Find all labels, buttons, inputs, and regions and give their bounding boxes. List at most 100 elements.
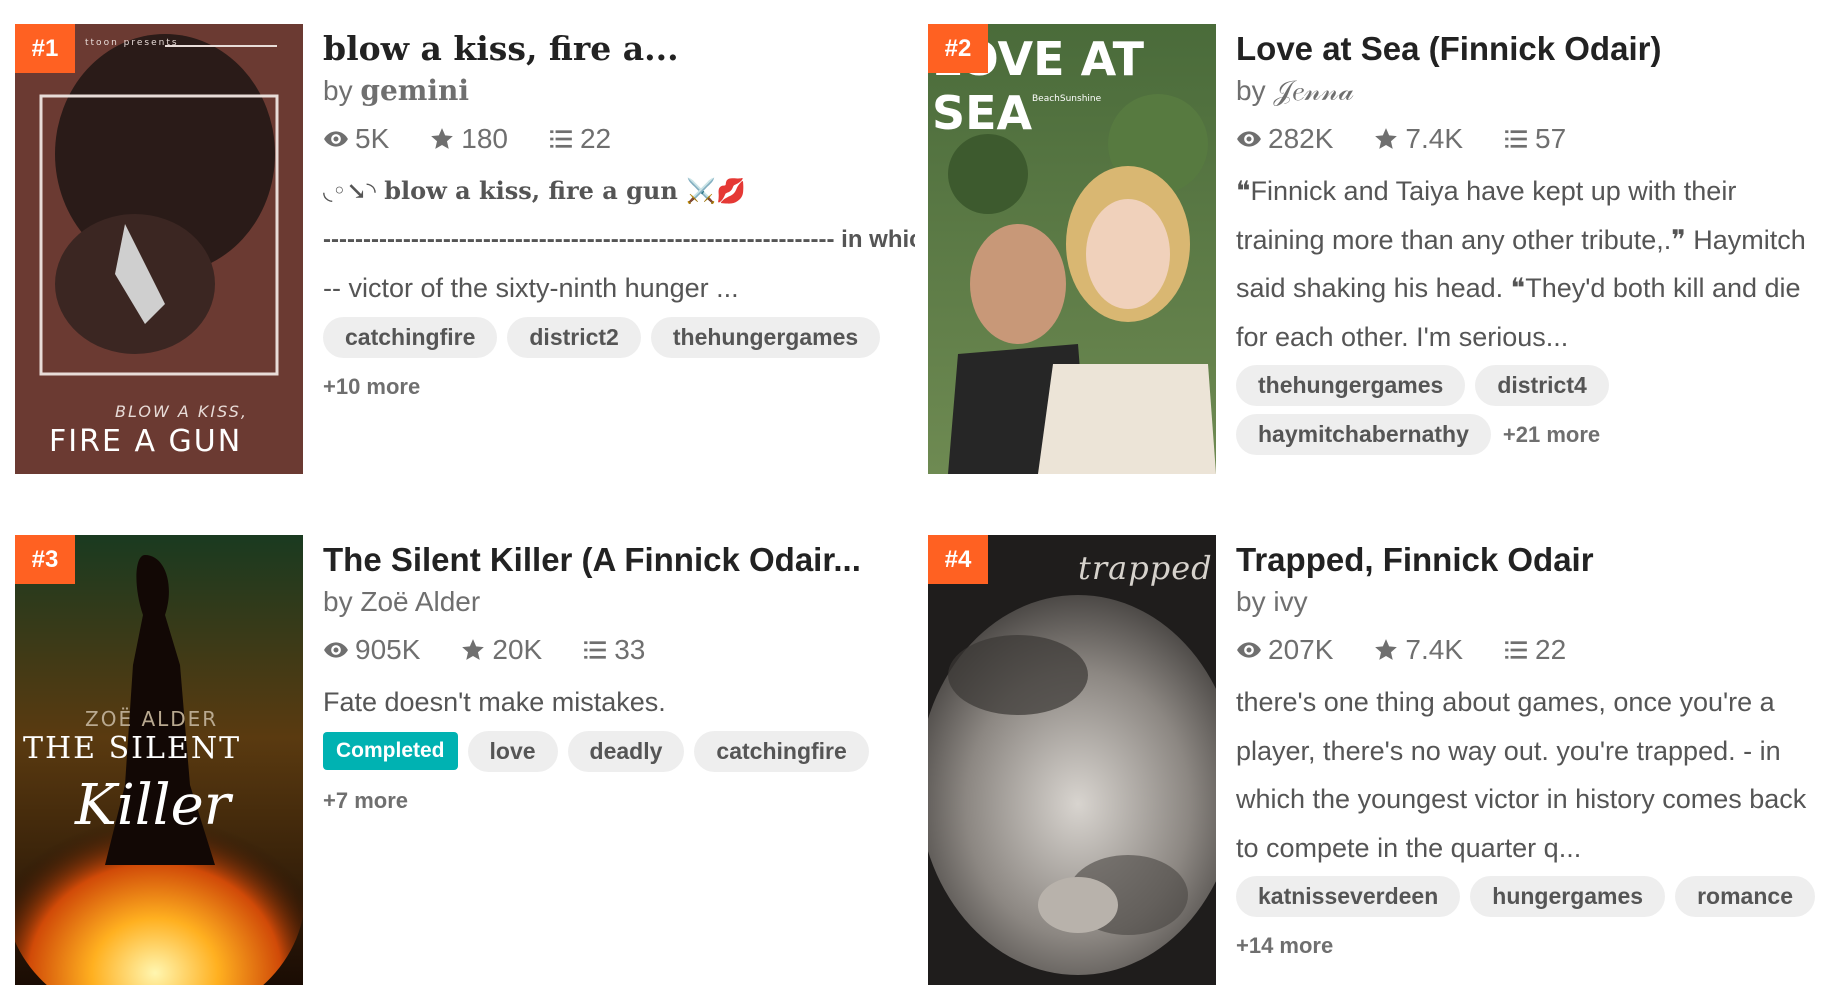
- eye-icon: [323, 126, 349, 152]
- cover-author: ZOË ALDER: [85, 707, 219, 731]
- votes-count: 7.4K: [1405, 634, 1464, 665]
- story-title[interactable]: Trapped, Finnick Odair: [1236, 539, 1828, 581]
- story-card[interactable]: LOVE AT SEA BeachSunshine #2 Love at Sea…: [928, 24, 1828, 474]
- reads-count: 207K: [1268, 634, 1334, 665]
- reads-count: 282K: [1268, 123, 1334, 154]
- description-line: ----------------------------------------…: [323, 225, 915, 253]
- tag-list: catchingfire district2 thehungergames: [323, 316, 915, 366]
- parts-stat: 33: [582, 634, 645, 666]
- reads-stat: 905K: [323, 634, 420, 666]
- tag[interactable]: romance: [1675, 876, 1815, 917]
- list-icon: [1503, 637, 1529, 663]
- votes-stat: 20K: [460, 634, 542, 666]
- list-icon: [548, 126, 574, 152]
- tag[interactable]: thehungergames: [650, 316, 881, 358]
- votes-count: 20K: [492, 634, 543, 665]
- parts-count: 33: [614, 634, 646, 665]
- votes-stat: 7.4K: [1373, 634, 1463, 666]
- more-tags-link[interactable]: +10 more: [323, 374, 915, 400]
- votes-stat: 7.4K: [1373, 123, 1463, 155]
- author-link[interactable]: 𝒥𝑒𝓃𝓃𝒶: [1273, 75, 1354, 106]
- author-prefix: by: [1236, 586, 1266, 617]
- cover-line-1: THE SILENT: [23, 731, 242, 766]
- rank-badge: #1: [15, 24, 75, 73]
- cover-line-2: Killer: [75, 773, 231, 838]
- story-author: by ivy: [1236, 584, 1828, 620]
- story-stats: 905K 20K 33: [323, 632, 915, 668]
- star-icon: [429, 126, 455, 152]
- votes-count: 180: [461, 123, 508, 154]
- story-title[interactable]: Love at Sea (Finnick Odair): [1236, 28, 1828, 70]
- story-description: Fate doesn't make mistakes.: [323, 687, 666, 717]
- story-author: by 𝒥𝑒𝓃𝓃𝒶: [1236, 73, 1828, 109]
- parts-stat: 22: [548, 123, 611, 155]
- story-cover-image[interactable]: LOVE AT SEA BeachSunshine #2: [928, 24, 1216, 474]
- description-line: -- victor of the sixty-ninth hunger ...: [323, 273, 739, 303]
- cover-title: trapped: [1078, 549, 1213, 587]
- more-tags-link[interactable]: +14 more: [1236, 933, 1828, 959]
- author-prefix: by: [323, 75, 353, 106]
- story-card[interactable]: trapped #4 Trapped, Finnick Odair by ivy…: [928, 535, 1828, 985]
- author-link[interactable]: Zoë Alder: [360, 586, 480, 617]
- rank-badge: #4: [928, 535, 988, 584]
- tag[interactable]: haymitchabernathy: [1236, 414, 1491, 455]
- author-link[interactable]: ivy: [1273, 586, 1307, 617]
- completed-badge: Completed: [323, 732, 458, 770]
- story-author: by gemini: [323, 73, 915, 109]
- story-title[interactable]: blow a kiss, fire a...: [323, 28, 915, 70]
- cover-line-2: FIRE A GUN: [49, 424, 243, 459]
- parts-count: 22: [579, 123, 612, 154]
- story-stats: 282K 7.4K 57: [1236, 121, 1828, 157]
- list-icon: [582, 637, 608, 663]
- star-icon: [460, 637, 486, 663]
- story-cover-image[interactable]: ZOË ALDER THE SILENT Killer #3: [15, 535, 303, 985]
- tag-list: katnisseverdeen hungergames romance: [1236, 876, 1828, 925]
- story-cover-image[interactable]: ttoon presents BLOW A KISS, FIRE A GUN #…: [15, 24, 303, 474]
- story-card[interactable]: ttoon presents BLOW A KISS, FIRE A GUN #…: [15, 24, 915, 474]
- tag[interactable]: deadly: [567, 730, 685, 772]
- reads-count: 905K: [355, 634, 421, 665]
- story-stats: 207K 7.4K 22: [1236, 632, 1828, 668]
- tag[interactable]: catchingfire: [694, 730, 869, 772]
- author-link[interactable]: gemini: [360, 74, 469, 107]
- story-description: ◟◦↘◝ blow a kiss, fire a gun ⚔️💋 -------…: [323, 167, 915, 313]
- tag[interactable]: katnisseverdeen: [1236, 876, 1461, 917]
- more-tags-link[interactable]: +21 more: [1503, 422, 1600, 448]
- more-tags-link[interactable]: +7 more: [323, 788, 915, 814]
- eye-icon: [323, 637, 349, 663]
- story-description: there's one thing about games, once you'…: [1236, 687, 1807, 863]
- story-card[interactable]: ZOË ALDER THE SILENT Killer #3 The Silen…: [15, 535, 915, 985]
- story-description: ❝Finnick and Taiya have kept up with the…: [1236, 176, 1806, 352]
- story-cover-image[interactable]: trapped #4: [928, 535, 1216, 985]
- tag[interactable]: catchingfire: [323, 316, 498, 358]
- votes-stat: 180: [429, 123, 508, 155]
- cover-line-1: BLOW A KISS,: [115, 402, 248, 421]
- star-icon: [1373, 126, 1399, 152]
- tag[interactable]: love: [467, 730, 558, 772]
- parts-stat: 22: [1503, 634, 1566, 666]
- story-stats: 5K 180 22: [323, 121, 915, 157]
- reads-stat: 282K: [1236, 123, 1333, 155]
- parts-count: 22: [1535, 634, 1567, 665]
- tag[interactable]: hungergames: [1470, 876, 1666, 917]
- votes-count: 7.4K: [1405, 123, 1464, 154]
- tag-list: Completed love deadly catchingfire: [323, 730, 915, 780]
- description-line: ◟◦↘◝ blow a kiss, fire a gun ⚔️💋: [323, 176, 746, 205]
- cover-subtitle: BeachSunshine: [1032, 94, 1102, 104]
- story-title[interactable]: The Silent Killer (A Finnick Odair...: [323, 539, 915, 581]
- author-prefix: by: [323, 586, 353, 617]
- tag[interactable]: district4: [1475, 365, 1609, 406]
- reads-count: 5K: [355, 123, 390, 154]
- eye-icon: [1236, 637, 1262, 663]
- parts-count: 57: [1535, 123, 1567, 154]
- rank-badge: #3: [15, 535, 75, 584]
- tag[interactable]: district2: [507, 316, 641, 358]
- tag[interactable]: thehungergames: [1236, 365, 1466, 406]
- parts-stat: 57: [1503, 123, 1566, 155]
- reads-stat: 207K: [1236, 634, 1333, 666]
- star-icon: [1373, 637, 1399, 663]
- tag-list: thehungergames district4 haymitchabernat…: [1236, 365, 1828, 463]
- author-prefix: by: [1236, 75, 1266, 106]
- reads-stat: 5K: [323, 123, 389, 155]
- story-author: by Zoë Alder: [323, 584, 915, 620]
